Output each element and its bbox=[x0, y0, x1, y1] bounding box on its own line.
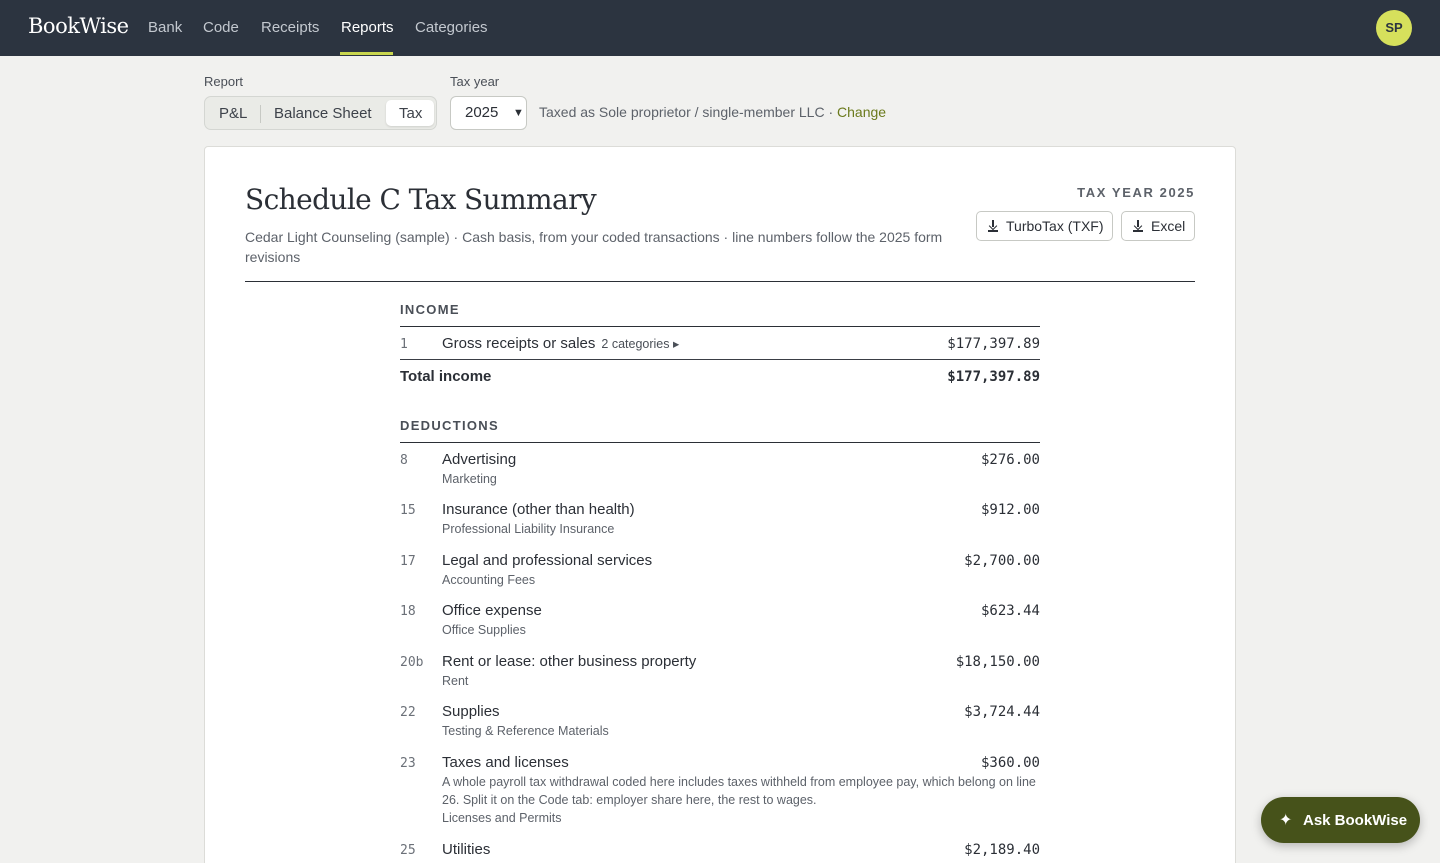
table-row: 8 Advertising Marketing $276.00 bbox=[400, 451, 1040, 491]
line-amount: $360.00 bbox=[980, 755, 1040, 771]
tax-year-value: 2025 bbox=[465, 104, 499, 121]
table-row: 1 Gross receipts or sales 2 categories ▸ … bbox=[400, 335, 1040, 357]
ask-bookwise-label: Ask BookWise bbox=[1303, 812, 1408, 829]
line-number: 18 bbox=[400, 604, 416, 619]
top-nav: BookWise Bank Code Receipts Reports Cate… bbox=[0, 0, 1440, 56]
line-label: Office expense bbox=[442, 602, 542, 619]
table-row: 25 Utilities $2,189.40 bbox=[400, 841, 1040, 863]
table-row: 18 Office expense Office Supplies $623.4… bbox=[400, 602, 1040, 642]
categories-toggle[interactable]: 2 categories ▸ bbox=[601, 337, 679, 351]
line-category: Professional Liability Insurance bbox=[442, 522, 615, 536]
download-icon bbox=[1133, 220, 1143, 232]
download-icon bbox=[988, 220, 998, 232]
tax-year-select[interactable]: 2025 ▼ bbox=[450, 96, 527, 130]
line-category: Accounting Fees bbox=[442, 573, 536, 587]
report-card: Schedule C Tax Summary Cedar Light Couns… bbox=[204, 146, 1236, 863]
line-amount: $2,189.40 bbox=[964, 842, 1040, 858]
sparkle-icon: ✦ bbox=[1279, 812, 1293, 829]
line-label: Advertising bbox=[442, 451, 517, 468]
line-label: Utilities bbox=[442, 841, 491, 858]
table-row: 15 Insurance (other than health) Profess… bbox=[400, 501, 1040, 541]
line-amount: $623.44 bbox=[980, 603, 1040, 619]
ask-bookwise-button[interactable]: ✦ Ask BookWise bbox=[1261, 797, 1420, 843]
line-amount: $3,724.44 bbox=[964, 704, 1040, 720]
deductions-rule bbox=[400, 442, 1040, 443]
line-number: 22 bbox=[400, 705, 416, 720]
export-turbotax-button[interactable]: TurboTax (TXF) bbox=[976, 211, 1113, 241]
line-label: Insurance (other than health) bbox=[442, 501, 635, 518]
tab-balance-sheet[interactable]: Balance Sheet bbox=[274, 102, 372, 126]
table-row: 23 Taxes and licenses A whole payroll ta… bbox=[400, 754, 1040, 830]
chevron-down-icon: ▼ bbox=[513, 107, 524, 119]
line-label: Taxes and licenses bbox=[442, 754, 569, 771]
total-rule bbox=[400, 359, 1040, 360]
total-income-label: Total income bbox=[400, 368, 492, 385]
line-amount: $18,150.00 bbox=[955, 654, 1040, 670]
line-number: 1 bbox=[400, 337, 408, 352]
line-number: 20b bbox=[400, 655, 424, 670]
line-category: Testing & Reference Materials bbox=[442, 724, 609, 738]
taxed-as-text: Taxed as Sole proprietor / single-member… bbox=[539, 104, 834, 120]
tab-divider bbox=[260, 105, 261, 123]
line-number: 17 bbox=[400, 554, 416, 569]
line-label: Supplies bbox=[442, 703, 500, 720]
income-rule bbox=[400, 326, 1040, 327]
tab-pnl[interactable]: P&L bbox=[219, 102, 247, 126]
line-category: Rent bbox=[442, 674, 469, 688]
table-row: 17 Legal and professional services Accou… bbox=[400, 552, 1040, 592]
nav-receipts[interactable]: Receipts bbox=[261, 19, 319, 36]
nav-bank[interactable]: Bank bbox=[148, 19, 182, 36]
total-income-row: Total income $177,397.89 bbox=[400, 368, 1040, 390]
tax-year-label: Tax year bbox=[450, 74, 500, 89]
line-category: Licenses and Permits bbox=[442, 811, 562, 825]
change-entity-link[interactable]: Change bbox=[837, 104, 886, 120]
nav-reports[interactable]: Reports bbox=[341, 19, 394, 36]
line-amount: $2,700.00 bbox=[964, 553, 1040, 569]
line-number: 15 bbox=[400, 503, 416, 518]
income-heading: INCOME bbox=[400, 302, 460, 317]
entity-type-note: Taxed as Sole proprietor / single-member… bbox=[539, 104, 886, 120]
report-subtitle: Cedar Light Counseling (sample) · Cash b… bbox=[245, 229, 943, 265]
header-divider bbox=[245, 281, 1195, 282]
app-logo[interactable]: BookWise bbox=[28, 14, 129, 38]
line-number: 8 bbox=[400, 453, 408, 468]
table-row: 22 Supplies Testing & Reference Material… bbox=[400, 703, 1040, 743]
export-excel-button[interactable]: Excel bbox=[1121, 211, 1195, 241]
line-warning-note: A whole payroll tax withdrawal coded her… bbox=[442, 775, 1036, 807]
line-label: Gross receipts or sales 2 categories ▸ bbox=[442, 335, 680, 352]
line-label: Legal and professional services bbox=[442, 552, 653, 569]
line-label: Rent or lease: other business property bbox=[442, 653, 697, 670]
deductions-heading: DEDUCTIONS bbox=[400, 418, 499, 433]
line-number: 23 bbox=[400, 756, 416, 771]
line-number: 25 bbox=[400, 843, 416, 858]
tab-tax[interactable]: Tax bbox=[399, 102, 422, 126]
line-amount: $177,397.89 bbox=[947, 336, 1040, 352]
user-avatar[interactable]: SP bbox=[1376, 10, 1412, 46]
table-row: 20b Rent or lease: other business proper… bbox=[400, 653, 1040, 693]
nav-categories[interactable]: Categories bbox=[415, 19, 488, 36]
line-category: Office Supplies bbox=[442, 623, 526, 637]
report-label: Report bbox=[204, 74, 244, 89]
line-amount: $912.00 bbox=[980, 502, 1040, 518]
nav-code[interactable]: Code bbox=[203, 19, 239, 36]
report-title: Schedule C Tax Summary bbox=[245, 183, 597, 216]
nav-active-indicator bbox=[340, 52, 393, 55]
total-income-amount: $177,397.89 bbox=[947, 369, 1040, 385]
line-amount: $276.00 bbox=[980, 452, 1040, 468]
line-category: Marketing bbox=[442, 472, 497, 486]
report-type-tabs: P&L Balance Sheet Tax bbox=[204, 96, 437, 130]
tax-year-tag: TAX YEAR 2025 bbox=[1077, 185, 1195, 200]
